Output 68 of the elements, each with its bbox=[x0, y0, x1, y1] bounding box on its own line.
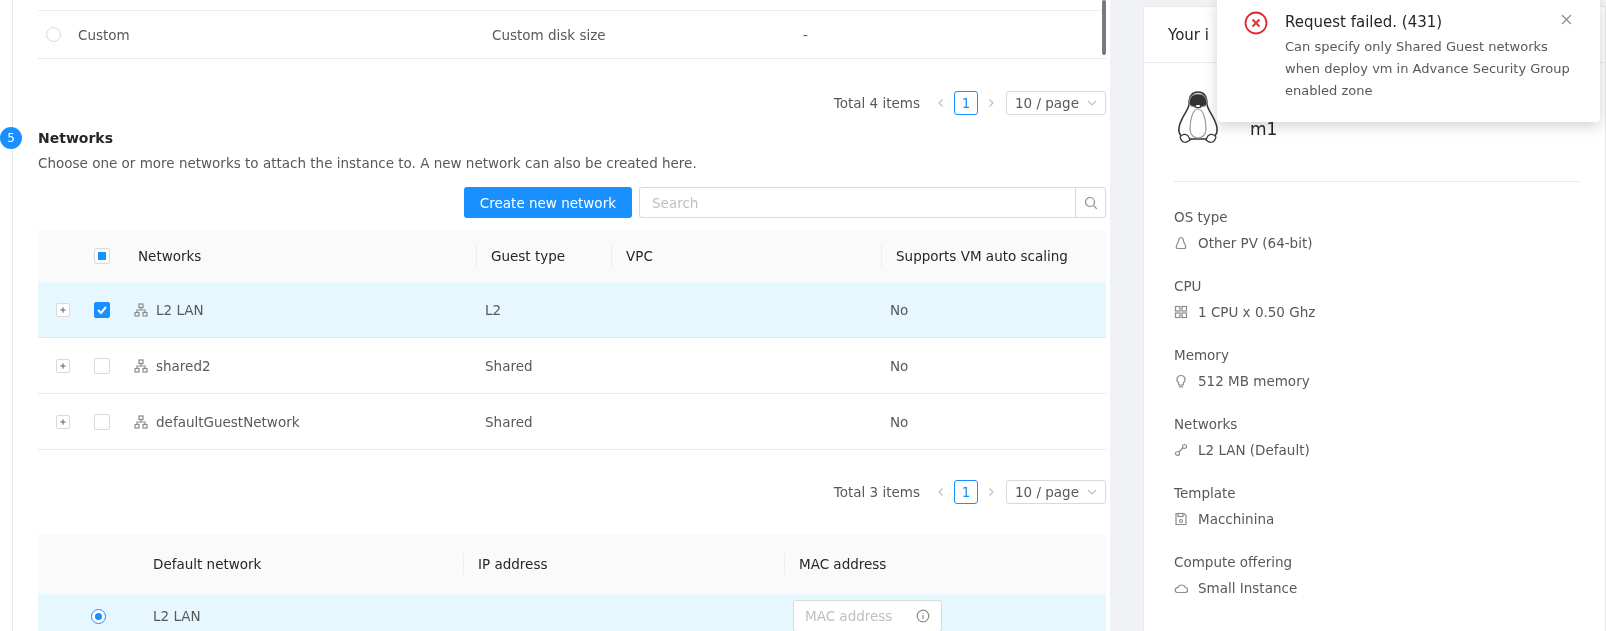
caret-icon bbox=[1087, 487, 1097, 497]
column-header: MAC address bbox=[784, 553, 1106, 575]
table-cell-text: Shared bbox=[484, 357, 534, 374]
field-label: Compute offering bbox=[1174, 554, 1294, 570]
expand-icon[interactable] bbox=[56, 414, 70, 429]
row-checkbox[interactable] bbox=[94, 301, 110, 318]
save-icon bbox=[1174, 512, 1188, 526]
expand-icon[interactable] bbox=[56, 358, 70, 373]
link-icon bbox=[1174, 443, 1188, 457]
error-icon bbox=[1244, 11, 1268, 35]
page-number[interactable]: 1 bbox=[953, 91, 978, 115]
table-cell-text: No bbox=[889, 413, 910, 430]
cloud-icon bbox=[1174, 581, 1188, 595]
network-icon bbox=[134, 358, 148, 373]
column-header: Guest type bbox=[476, 245, 612, 267]
network-icon bbox=[134, 302, 148, 317]
column-header: IP address bbox=[463, 553, 785, 575]
field-label: CPU bbox=[1174, 278, 1203, 294]
create-network-button[interactable]: Create new network bbox=[463, 187, 632, 218]
page-size-select[interactable]: 10 / page bbox=[1005, 480, 1106, 504]
info-icon bbox=[916, 609, 930, 623]
field-value: Other PV (64-bit) bbox=[1198, 235, 1313, 251]
scrollbar-thumb[interactable] bbox=[1102, 0, 1106, 55]
table-cell-text: L2 LAN bbox=[152, 608, 202, 624]
field-label: Template bbox=[1174, 485, 1237, 501]
field-value: Macchinina bbox=[1198, 511, 1275, 527]
section-description: Choose one or more networks to attach the instance to. A new network can also be created here. bbox=[38, 155, 698, 171]
page-size-select[interactable]: 10 / page bbox=[1005, 91, 1106, 115]
table-cell-text: Shared bbox=[484, 413, 534, 430]
total-items-text: Total 3 items bbox=[833, 484, 920, 500]
field-label: Networks bbox=[1174, 416, 1239, 432]
network-name: shared2 bbox=[156, 357, 211, 374]
notification-title: Request failed. (431) bbox=[1285, 13, 1444, 31]
network-name: defaultGuestNetwork bbox=[156, 413, 300, 430]
table-cell-text: Custom bbox=[78, 26, 131, 43]
page-number[interactable]: 1 bbox=[953, 480, 978, 504]
column-header: Default network bbox=[152, 556, 263, 572]
field-value: Small Instance bbox=[1198, 580, 1298, 596]
step-number: 5 bbox=[0, 127, 22, 149]
field-value: 512 MB memory bbox=[1198, 373, 1310, 389]
field-label: Memory bbox=[1174, 347, 1230, 363]
field-value: 1 CPU x 0.50 Ghz bbox=[1198, 304, 1316, 320]
close-icon[interactable] bbox=[1561, 14, 1572, 25]
search-icon bbox=[1083, 195, 1098, 210]
network-name: L2 LAN bbox=[156, 301, 204, 318]
column-header: VPC bbox=[611, 245, 882, 267]
select-all-checkbox[interactable] bbox=[94, 248, 110, 264]
column-header: Networks bbox=[137, 248, 203, 264]
table-cell-text: No bbox=[889, 301, 910, 318]
field-label: OS type bbox=[1174, 209, 1229, 225]
grid-icon bbox=[1174, 305, 1188, 319]
search-button[interactable] bbox=[1075, 187, 1106, 218]
caret-icon bbox=[1087, 98, 1097, 108]
network-icon bbox=[134, 414, 148, 429]
field-value: L2 LAN (Default) bbox=[1198, 442, 1310, 458]
radio-button[interactable] bbox=[91, 608, 106, 624]
expand-icon[interactable] bbox=[56, 302, 70, 317]
section-title: Networks bbox=[38, 130, 113, 146]
table-cell-text: No bbox=[889, 357, 910, 374]
table-cell-text: Custom disk size bbox=[492, 26, 607, 43]
total-items-text: Total 4 items bbox=[833, 95, 920, 111]
table-cell-text: L2 bbox=[484, 301, 503, 318]
search-field[interactable]: Search bbox=[639, 187, 1075, 218]
instance-name: m1 bbox=[1250, 119, 1278, 139]
bulb-icon bbox=[1174, 374, 1188, 388]
table-cell-text: - bbox=[803, 26, 809, 43]
mac-address-field[interactable]: MAC address bbox=[793, 600, 942, 631]
column-header: Supports VM auto scaling bbox=[881, 245, 1106, 267]
